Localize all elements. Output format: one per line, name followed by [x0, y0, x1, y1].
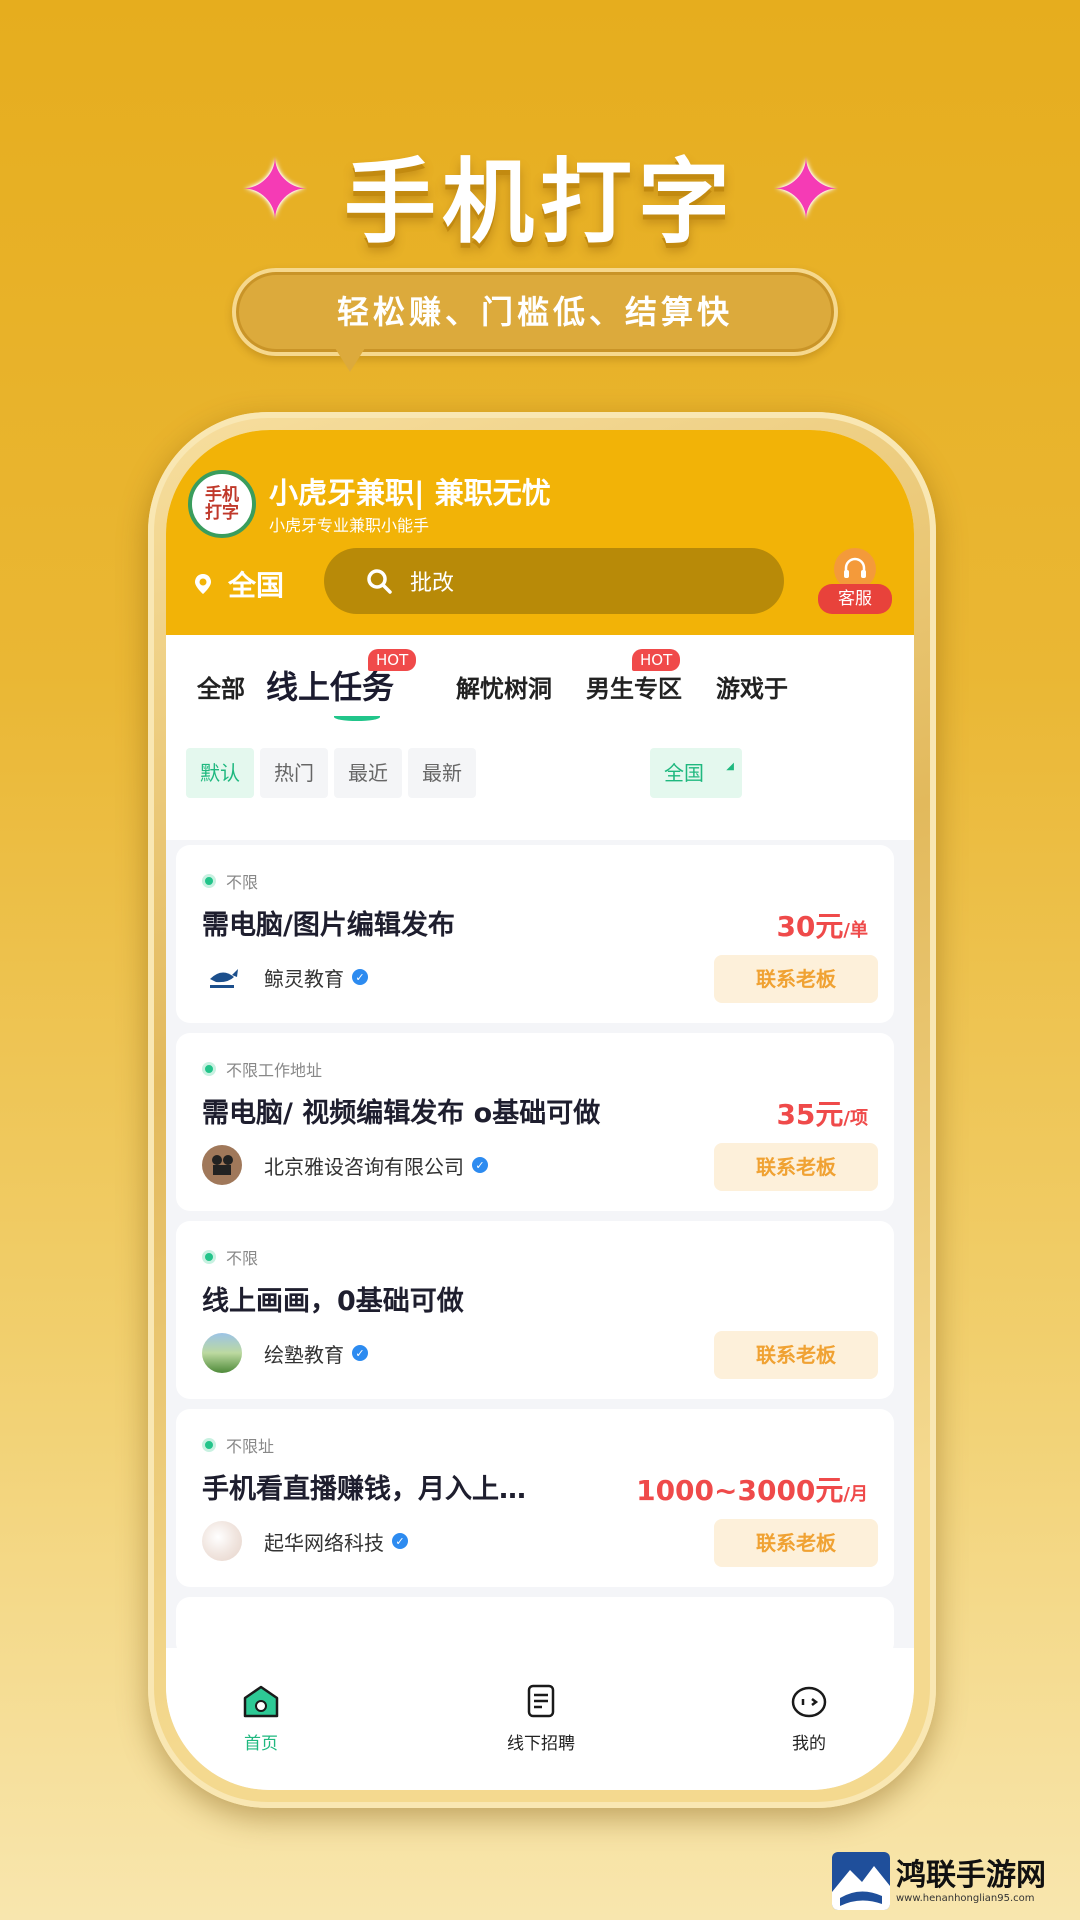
logo-line-2: 打字: [205, 503, 239, 523]
job-title: 需电脑/ 视频编辑发布 o基础可做: [202, 1098, 601, 1129]
promo-title: 手机打字: [343, 149, 736, 256]
company-name: 起华网络科技: [264, 1530, 384, 1555]
location-selector[interactable]: 全国: [192, 564, 284, 604]
bubble-tail: [335, 348, 365, 372]
app-name: 小虎牙兼职| 兼职无忧: [269, 476, 551, 510]
job-company: 起华网络科技 ✓: [202, 1521, 408, 1561]
job-location-text: 不限工作地址: [226, 1061, 323, 1080]
job-location-text: 不限址: [226, 1437, 275, 1456]
service-label: 客服: [818, 584, 892, 614]
app-logo: 手机 打字: [188, 470, 256, 538]
job-card[interactable]: 不限 线上画画，0基础可做 绘塾教育 ✓ 联系老板: [176, 1221, 894, 1399]
tab-all[interactable]: 全部: [197, 669, 245, 704]
job-location: 不限: [202, 1245, 258, 1269]
location-dot-icon: [202, 1438, 216, 1452]
location-label: 全国: [228, 569, 285, 602]
job-price: 35元/项: [776, 1093, 868, 1133]
location-dot-icon: [202, 1062, 216, 1076]
hot-badge: HOT: [368, 649, 417, 671]
hot-badge: HOT: [632, 649, 681, 671]
verified-icon: ✓: [352, 1345, 368, 1361]
nav-home[interactable]: 首页: [196, 1684, 326, 1754]
whale-logo-avatar: [202, 957, 242, 997]
company-name: 鲸灵教育: [264, 966, 344, 991]
watermark-url: www.henanhonglian95.com: [896, 1892, 1035, 1904]
job-location-text: 不限: [226, 873, 259, 892]
location-dot-icon: [202, 874, 216, 888]
app-subtitle: 小虎牙专业兼职小能手: [269, 516, 430, 535]
job-title: 手机看直播赚钱，月入上…: [202, 1474, 526, 1505]
nav-mine[interactable]: 我的: [744, 1684, 874, 1754]
company-name: 绘塾教育: [264, 1342, 344, 1367]
watermark: 鸿联手游网 www.henanhonglian95.com: [832, 1850, 1072, 1912]
region-filter-label: 全国: [664, 761, 704, 785]
job-location: 不限: [202, 869, 258, 893]
camera-avatar: [202, 1145, 242, 1185]
promo-tagline: 轻松赚、门槛低、结算快: [232, 268, 838, 356]
contact-boss-button[interactable]: 联系老板: [714, 1331, 878, 1379]
corner-arrow-icon: ◢: [726, 761, 734, 772]
landscape-avatar: [202, 1333, 242, 1373]
price-unit: /项: [843, 1108, 868, 1129]
face-icon: [791, 1686, 827, 1718]
job-title: 线上画画，0基础可做: [202, 1286, 464, 1317]
home-icon: [243, 1685, 279, 1718]
company-name: 北京雅设咨询有限公司: [264, 1154, 464, 1179]
search-input[interactable]: 批改: [324, 548, 784, 614]
job-location-text: 不限: [226, 1249, 259, 1268]
job-company: 绘塾教育 ✓: [202, 1333, 368, 1373]
tab-male-zone[interactable]: 男生专区: [586, 669, 682, 704]
region-filter[interactable]: 全国 ◢: [650, 748, 742, 798]
tab-worry-free[interactable]: 解忧树洞: [456, 669, 552, 704]
category-tabs: 全部 线上任务 HOT 解忧树洞 男生专区 HOT 游戏于: [166, 635, 914, 730]
job-price: 1000~3000元/月: [636, 1469, 868, 1509]
job-company: 鲸灵教育 ✓: [202, 957, 368, 997]
filter-recent[interactable]: 最近: [334, 748, 402, 798]
nav-home-label: 首页: [244, 1734, 278, 1754]
contact-boss-button[interactable]: 联系老板: [714, 1143, 878, 1191]
flower-avatar: [202, 1521, 242, 1561]
nav-offline-jobs[interactable]: 线下招聘: [476, 1684, 606, 1754]
job-company: 北京雅设咨询有限公司 ✓: [202, 1145, 488, 1185]
job-location: 不限工作地址: [202, 1057, 322, 1081]
filter-bar: 默认 热门 最近 最新 全国 ◢: [166, 730, 914, 840]
search-icon: [367, 569, 392, 594]
contact-boss-button[interactable]: 联系老板: [714, 1519, 878, 1567]
price-value: 30元: [776, 910, 844, 943]
filter-newest[interactable]: 最新: [408, 748, 476, 798]
verified-icon: ✓: [352, 969, 368, 985]
price-unit: /月: [843, 1484, 868, 1505]
price-value: 35元: [776, 1098, 844, 1131]
app-screen: 手机 打字 小虎牙兼职| 兼职无忧 小虎牙专业兼职小能手 全国 批改 客服 全部…: [166, 430, 914, 1790]
job-card[interactable]: 不限 需电脑/图片编辑发布 30元/单 鲸灵教育 ✓ 联系老板: [176, 845, 894, 1023]
location-pin-icon: [195, 574, 211, 594]
job-location: 不限址: [202, 1433, 274, 1457]
filter-hot[interactable]: 热门: [260, 748, 328, 798]
filter-default[interactable]: 默认: [186, 748, 254, 798]
verified-icon: ✓: [472, 1157, 488, 1173]
document-icon: [527, 1684, 555, 1718]
active-tab-indicator: [334, 713, 380, 721]
logo-line-1: 手机: [205, 485, 239, 505]
watermark-logo-icon: [832, 1852, 890, 1910]
app-header: 手机 打字 小虎牙兼职| 兼职无忧 小虎牙专业兼职小能手 全国 批改 客服: [166, 430, 914, 635]
search-placeholder: 批改: [410, 571, 455, 596]
contact-boss-button[interactable]: 联系老板: [714, 955, 878, 1003]
price-value: 1000~3000元: [636, 1474, 844, 1507]
verified-icon: ✓: [392, 1533, 408, 1549]
job-price: 30元/单: [776, 905, 868, 945]
nav-mine-label: 我的: [792, 1734, 826, 1754]
nav-offline-label: 线下招聘: [507, 1734, 575, 1754]
price-unit: /单: [843, 920, 868, 941]
job-card[interactable]: 不限址 手机看直播赚钱，月入上… 1000~3000元/月 起华网络科技 ✓ 联…: [176, 1409, 894, 1587]
watermark-title: 鸿联手游网: [896, 1857, 1046, 1893]
sparkle-right-icon: ✦: [770, 141, 842, 239]
customer-service-button[interactable]: 客服: [818, 548, 892, 620]
tab-games[interactable]: 游戏于: [716, 669, 788, 704]
location-dot-icon: [202, 1250, 216, 1264]
bottom-nav: 首页 线下招聘 我的: [166, 1648, 914, 1790]
job-title: 需电脑/图片编辑发布: [202, 910, 455, 941]
job-card[interactable]: 不限工作地址 需电脑/ 视频编辑发布 o基础可做 35元/项 北京雅设咨询有限公…: [176, 1033, 894, 1211]
